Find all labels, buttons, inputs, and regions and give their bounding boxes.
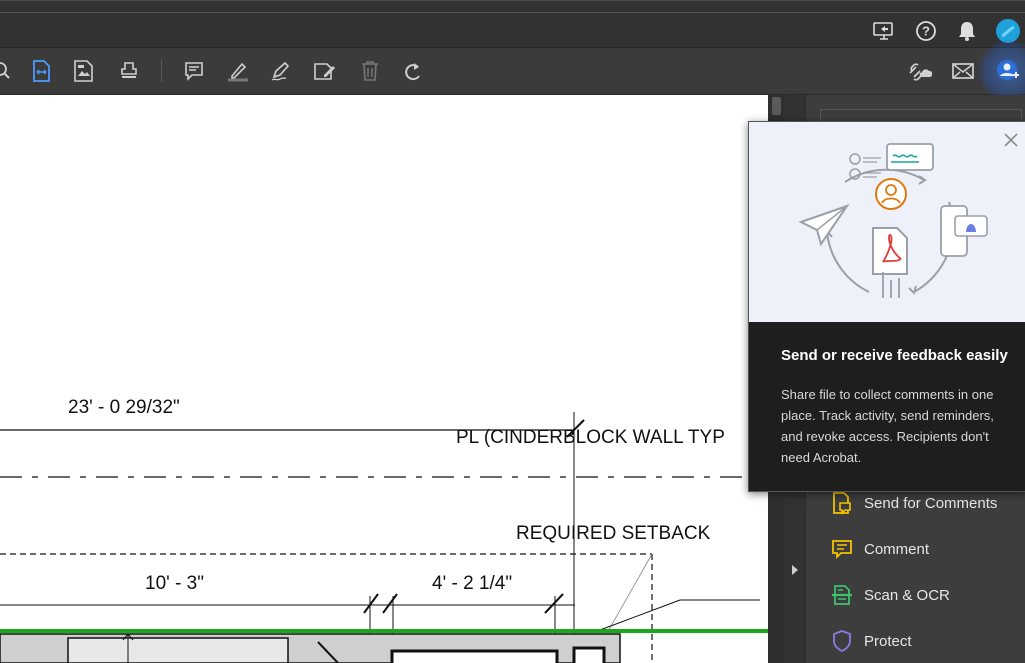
dimension-label: 23' - 0 29/32" xyxy=(68,397,180,418)
toolbar-separator xyxy=(161,60,162,82)
tool-item-label: Send for Comments xyxy=(864,494,998,512)
svg-text:?: ? xyxy=(922,24,930,39)
tool-item-label: Scan & OCR xyxy=(864,586,950,604)
comment-icon xyxy=(830,537,854,561)
edit-text-icon[interactable] xyxy=(312,58,338,84)
tool-item-scan-ocr[interactable]: Scan & OCR xyxy=(830,577,950,613)
expand-panel-icon[interactable] xyxy=(789,563,801,577)
highlight-icon[interactable] xyxy=(225,58,251,84)
main-toolbar xyxy=(0,48,1025,95)
screen-share-icon[interactable] xyxy=(872,19,896,43)
sign-icon[interactable] xyxy=(268,58,294,84)
zoom-icon[interactable] xyxy=(0,58,16,84)
redo-icon[interactable] xyxy=(400,58,426,84)
comment-icon[interactable] xyxy=(181,58,207,84)
scrollbar-thumb[interactable] xyxy=(772,97,781,115)
property-line-label: PL (CINDERBLOCK WALL TYP xyxy=(456,427,725,448)
tool-item-comment[interactable]: Comment xyxy=(830,531,929,567)
delete-icon[interactable] xyxy=(357,58,383,84)
help-icon[interactable]: ? xyxy=(913,18,939,44)
send-comments-icon xyxy=(830,491,854,515)
stamp-icon[interactable] xyxy=(116,58,142,84)
setback-label: REQUIRED SETBACK xyxy=(516,523,711,544)
fit-width-icon[interactable] xyxy=(28,58,54,84)
document-canvas[interactable]: 23' - 0 29/32" PL (CINDERBLOCK WALL TYP … xyxy=(0,95,768,663)
dimension-label: 4' - 2 1/4" xyxy=(432,573,513,594)
feedback-onboarding-popover: Send or receive feedback easily Share fi… xyxy=(748,121,1025,492)
tool-item-label: Protect xyxy=(864,632,912,650)
popover-title: Send or receive feedback easily xyxy=(781,347,1008,364)
top-bar-divider xyxy=(0,12,1025,13)
dimension-label: 10' - 3" xyxy=(145,573,204,594)
app-top-bar: ? xyxy=(0,0,1025,48)
floor-plan-drawing xyxy=(0,412,768,663)
share-link-icon[interactable] xyxy=(906,58,932,84)
tool-item-label: Comment xyxy=(864,540,930,558)
image-page-icon[interactable] xyxy=(71,58,97,84)
feedback-illustration xyxy=(749,122,1025,322)
close-icon[interactable] xyxy=(1001,130,1021,150)
notification-bell-icon[interactable] xyxy=(954,18,980,44)
share-user-icon[interactable] xyxy=(995,58,1021,84)
tool-item-protect[interactable]: Protect xyxy=(830,623,912,659)
email-icon[interactable] xyxy=(950,58,976,84)
scan-icon xyxy=(830,583,854,607)
shield-icon xyxy=(830,629,854,653)
popover-description: Share file to collect comments in one pl… xyxy=(781,387,994,465)
